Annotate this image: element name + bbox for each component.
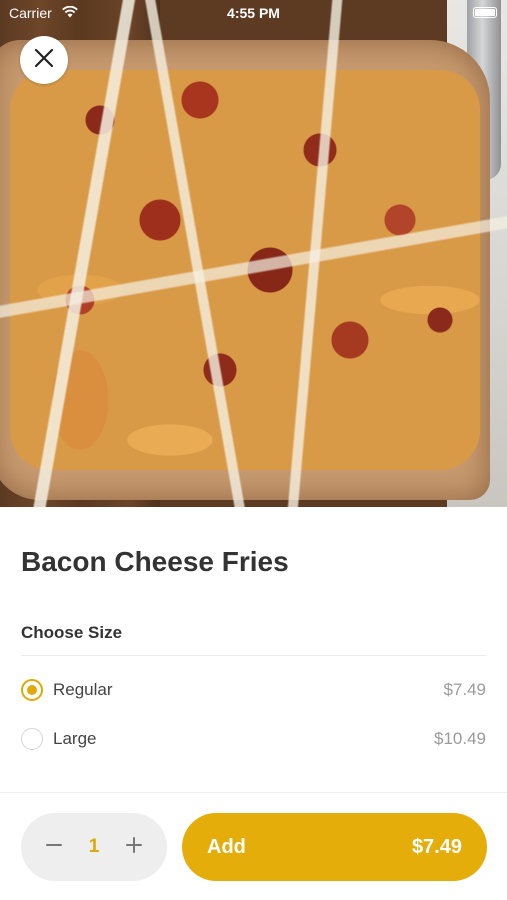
quantity-value: 1 — [88, 836, 100, 857]
option-label-large: Large — [53, 729, 97, 748]
sauce-drizzle-image — [0, 0, 507, 507]
decrement-button[interactable] — [41, 834, 67, 860]
option-price-large: $10.49 — [434, 729, 486, 748]
choose-size-label: Choose Size — [21, 623, 123, 642]
bottom-bar: 1 Add $7.49 — [0, 792, 507, 900]
option-price-regular: $7.49 — [443, 680, 486, 699]
close-icon — [34, 48, 54, 73]
status-bar: Carrier 4:55 PM — [0, 0, 507, 26]
status-time: 4:55 PM — [227, 5, 280, 21]
minus-icon — [45, 836, 63, 859]
add-button-label: Add — [207, 835, 246, 858]
add-button-price: $7.49 — [411, 835, 462, 858]
close-button[interactable] — [20, 36, 68, 84]
divider — [21, 655, 486, 656]
quantity-stepper: 1 — [21, 813, 167, 881]
radio-large[interactable] — [21, 728, 43, 750]
battery-icon — [473, 7, 497, 18]
size-option-large[interactable]: Large $10.49 — [21, 724, 486, 754]
increment-button[interactable] — [121, 834, 147, 860]
radio-regular[interactable] — [21, 679, 43, 701]
item-photo — [0, 0, 507, 507]
option-label-regular: Regular — [53, 680, 113, 699]
item-title: Bacon Cheese Fries — [21, 546, 289, 577]
size-option-regular[interactable]: Regular $7.49 — [21, 675, 486, 705]
plus-icon — [125, 836, 143, 859]
add-to-order-button[interactable]: Add $7.49 — [182, 813, 487, 881]
